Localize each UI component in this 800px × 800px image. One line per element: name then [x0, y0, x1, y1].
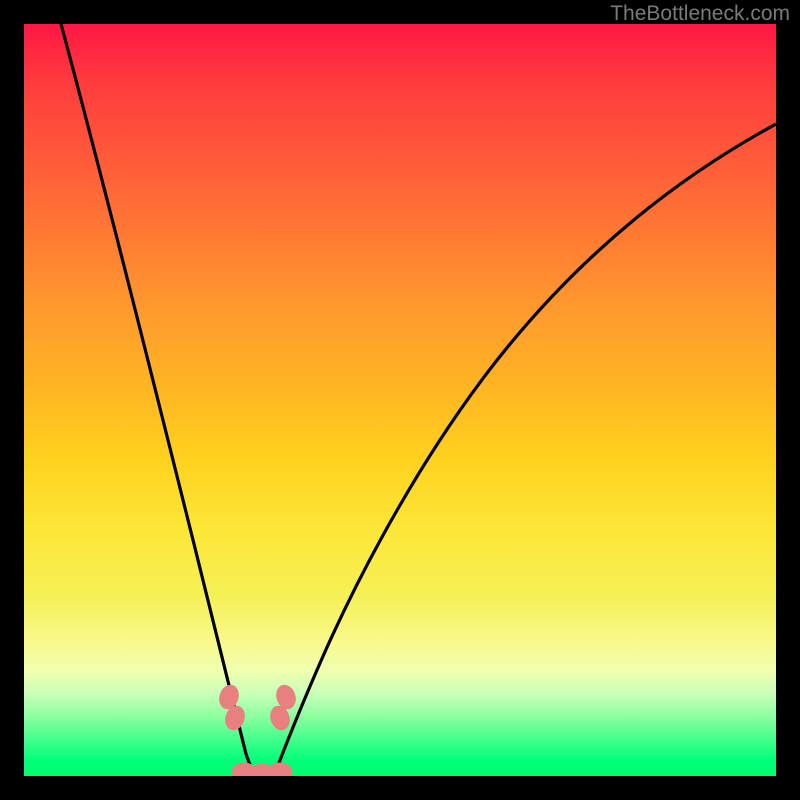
right-curve: [274, 124, 776, 776]
marker-group: [217, 683, 299, 776]
chart-svg: [24, 24, 776, 776]
left-curve: [61, 24, 254, 776]
marker-bottom-right: [268, 763, 292, 776]
watermark-text: TheBottleneck.com: [610, 2, 790, 26]
chart-frame: [24, 24, 776, 776]
